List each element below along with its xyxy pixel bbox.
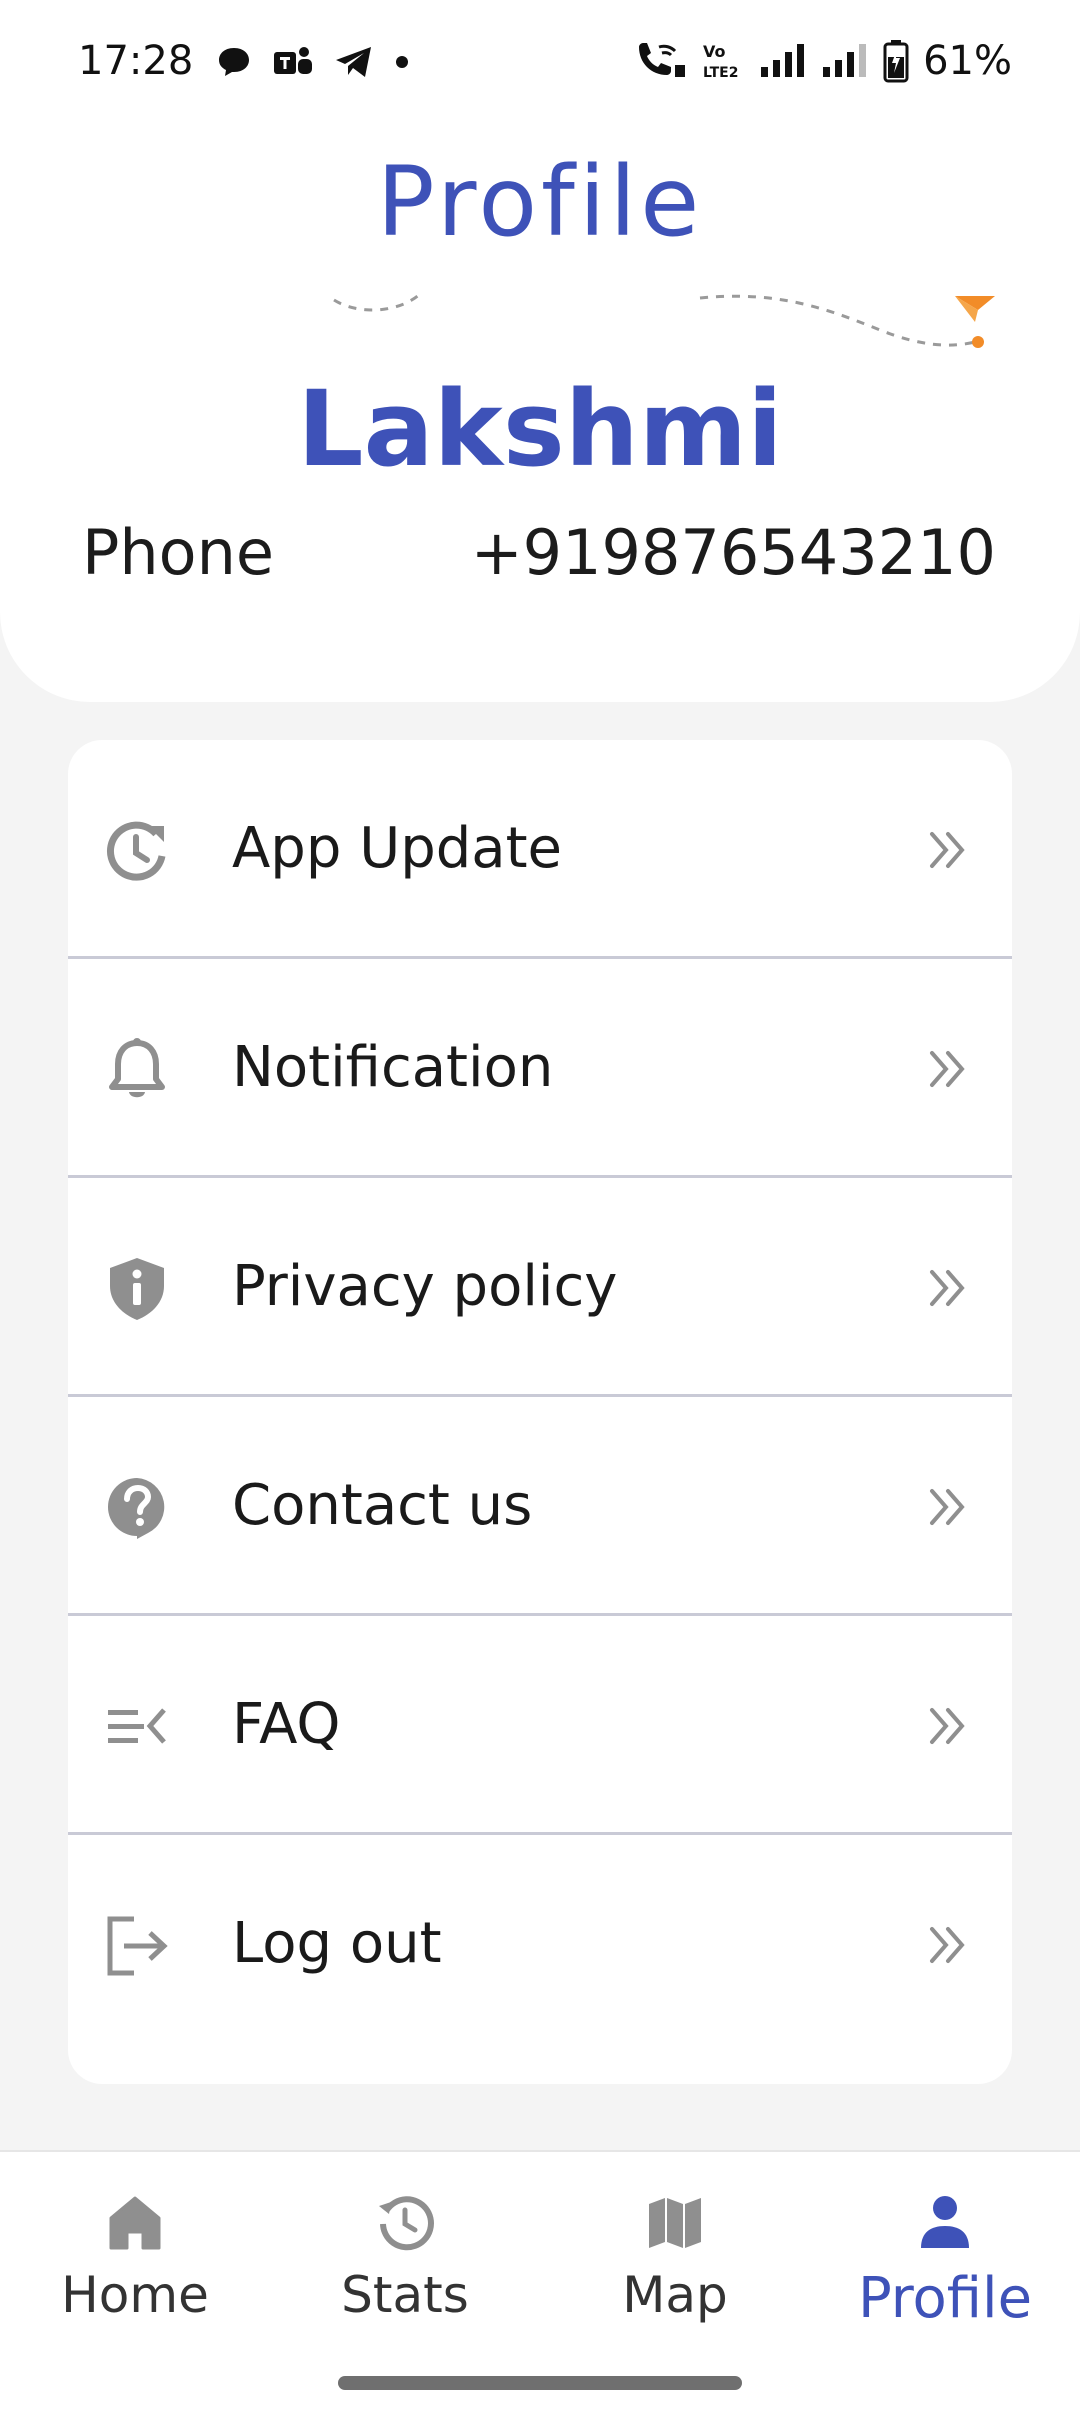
battery-icon [883,40,909,83]
menu-item-label: Contact us [232,1473,533,1538]
decorative-dashed-path [333,292,995,348]
user-name: Lakshmi [297,368,783,490]
status-system-icons: Vo LTE2 61% [635,38,1012,84]
update-clock-icon [106,821,166,881]
history-icon [379,2196,434,2251]
menu-item-app-update[interactable]: App Update [68,740,1012,959]
phone-value: +919876543210 [470,516,996,589]
nav-label: Stats [341,2266,469,2324]
svg-text:Vo: Vo [703,42,726,61]
nav-label: Map [622,2266,728,2324]
nav-item-home[interactable]: Home [0,2192,270,2372]
status-notification-icons [216,44,410,80]
menu-item-privacy-policy[interactable]: Privacy policy [68,1178,1012,1397]
faq-list-icon [108,1708,166,1744]
menu-item-contact-us[interactable]: Contact us [68,1397,1012,1616]
menu-item-label: Notification [232,1035,554,1100]
teams-icon [274,47,312,74]
signal-icon [823,44,867,77]
status-time: 17:28 [78,38,194,84]
double-chevron-right-icon [930,832,965,868]
help-circle-icon [107,1478,165,1539]
menu-item-label: FAQ [232,1692,341,1757]
home-icon [109,2196,161,2250]
logout-icon [107,1916,168,1976]
double-chevron-right-icon [930,1270,965,1306]
status-bar: 17:28 Vo LTE2 61% [0,0,1080,124]
double-chevron-right-icon [930,1927,965,1963]
nav-item-map[interactable]: Map [540,2192,810,2372]
menu-item-label: Privacy policy [232,1254,618,1319]
nav-item-stats[interactable]: Stats [270,2192,540,2372]
dot-icon [396,56,408,68]
double-chevron-right-icon [930,1489,965,1525]
nav-label: Profile [857,2266,1033,2331]
menu-item-label: Log out [232,1911,442,1976]
page-title: Profile [376,146,704,258]
map-icon [649,2198,701,2248]
bottom-nav: Home Stats Map Profile [0,2150,1080,2414]
nav-item-profile[interactable]: Profile [810,2192,1080,2372]
telegram-icon [336,47,371,77]
chat-bubble-icon [219,48,249,76]
menu-item-label: App Update [232,816,563,881]
signal-icon [761,44,805,77]
wifi-calling-icon [639,43,686,77]
nav-label: Home [61,2266,209,2324]
gesture-home-indicator[interactable] [338,2376,742,2390]
settings-menu: App Update Notification Privacy policy C… [68,740,1012,2084]
bell-icon [109,1038,165,1098]
shield-info-icon [110,1258,164,1320]
menu-item-notification[interactable]: Notification [68,959,1012,1178]
volte-icon: Vo LTE2 [703,42,738,81]
battery-percent: 61% [923,38,1012,84]
phone-label: Phone [82,516,275,589]
menu-item-log-out[interactable]: Log out [68,1835,1012,2054]
double-chevron-right-icon [930,1708,965,1744]
menu-item-faq[interactable]: FAQ [68,1616,1012,1835]
svg-text:LTE2: LTE2 [703,65,738,81]
person-icon [921,2196,969,2248]
double-chevron-right-icon [930,1051,965,1087]
